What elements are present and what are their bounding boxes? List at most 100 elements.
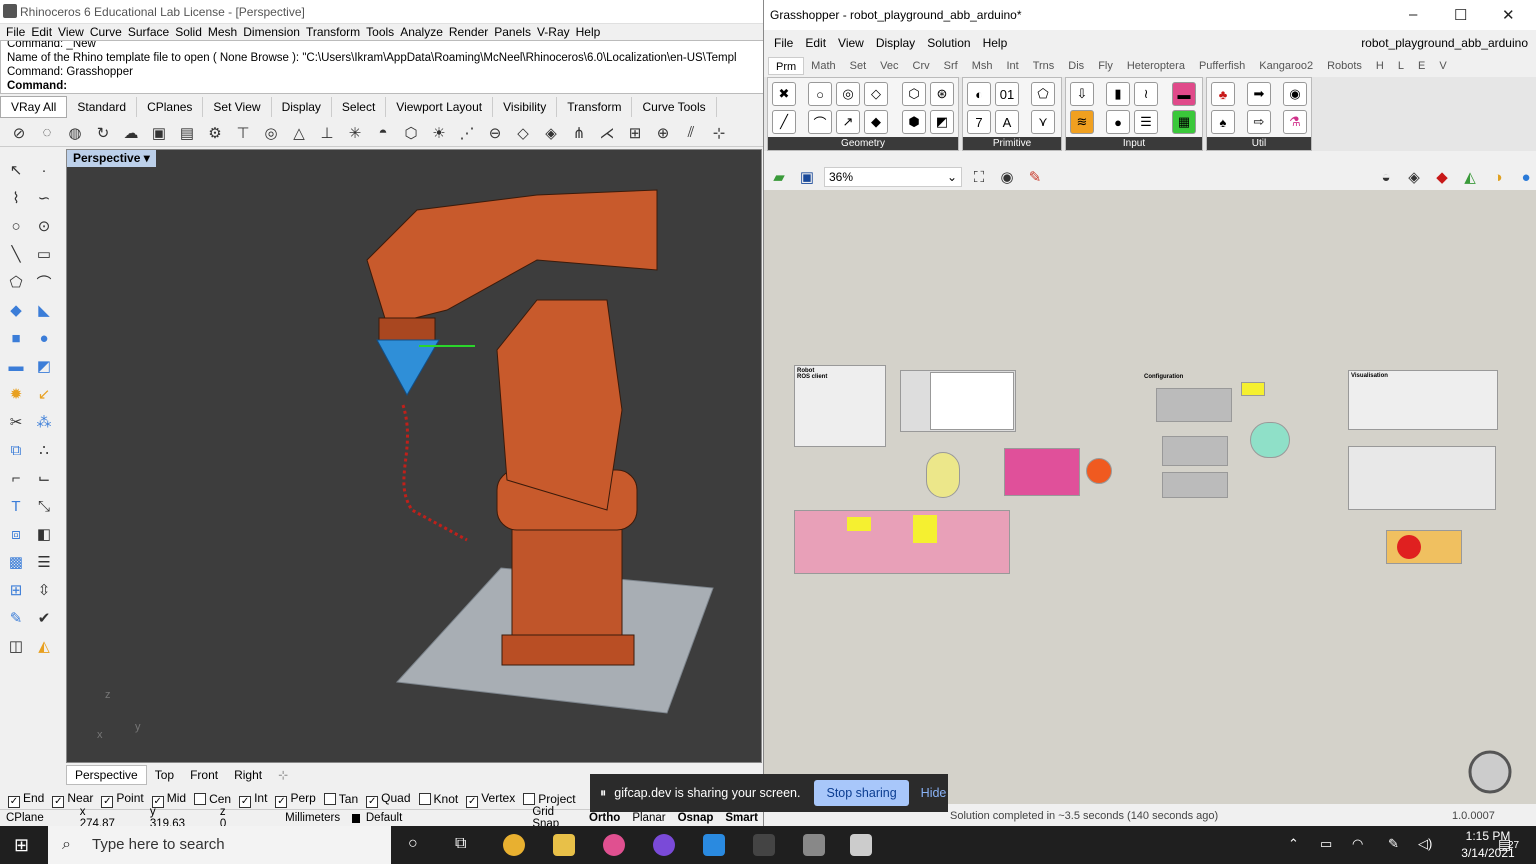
clip-icon[interactable]: ◧ [32,522,56,546]
gh-tab-math[interactable]: Math [804,57,842,75]
check-icon[interactable]: ✔ [32,606,56,630]
edit-icon[interactable]: ✎ [4,606,28,630]
integer-icon[interactable]: 01 [995,82,1019,106]
viewport-tab-front[interactable]: Front [182,766,226,784]
gh-canvas[interactable]: Robot ROS client Configuration Visualisa… [764,190,1536,804]
gh-tab-vec[interactable]: Vec [873,57,905,75]
lines-icon[interactable]: ⫽ [680,122,702,144]
rhino-menu-curve[interactable]: Curve [87,24,125,40]
triangle-icon[interactable]: △ [288,122,310,144]
gh-tab-set[interactable]: Set [843,57,874,75]
gh-menu-solution[interactable]: Solution [921,34,976,52]
save-icon[interactable]: ▣ [796,166,818,188]
boolean-icon[interactable]: ◐ [967,82,991,106]
gh-tab-robots[interactable]: Robots [1320,57,1369,75]
pink-group[interactable] [1004,448,1080,496]
layer-stack-icon[interactable]: ◫ [4,634,28,658]
preview-wireframe-icon[interactable]: ◒ [1375,166,1397,188]
rhino-taskbar-icon[interactable] [803,834,825,856]
dome-icon[interactable]: ◓ [372,122,394,144]
gh-menu-edit[interactable]: Edit [799,34,832,52]
rectangle-icon[interactable]: ▭ [32,242,56,266]
pen-icon[interactable]: ✎ [1388,836,1399,852]
status-smart[interactable]: Smart [719,812,764,824]
lasso-icon[interactable]: ◌ [36,122,58,144]
stop-sharing-button[interactable]: Stop sharing [814,780,909,806]
rhino-menu-solid[interactable]: Solid [172,24,205,40]
arc-icon[interactable]: ⌒ [32,270,56,294]
gh-tab-h[interactable]: H [1369,57,1391,75]
gh-tab-e[interactable]: E [1411,57,1432,75]
zoom-extents-icon[interactable]: ⛶ [968,166,990,188]
points-icon[interactable]: ∴ [32,438,56,462]
config-node[interactable] [1156,388,1232,422]
curve-param-icon[interactable]: ◎ [836,82,860,106]
matrix-icon[interactable]: ▦ [1172,110,1196,134]
osnap-mid[interactable]: ✓ Mid [151,791,186,808]
gh-tab-crv[interactable]: Crv [906,57,937,75]
perspective-viewport[interactable]: Perspective ▾ z y x [66,149,762,763]
cancel-icon[interactable]: ⊘ [8,122,30,144]
stand-icon[interactable]: ⊤ [232,122,254,144]
zoom-field[interactable]: 36% ⌄ [824,167,962,187]
task-view-icon[interactable]: ⧉ [455,835,466,853]
rhino-menu-transform[interactable]: Transform [303,24,363,40]
osnap-cen[interactable]: Cen [194,792,231,806]
gh-menu-display[interactable]: Display [870,34,921,52]
osnap-near[interactable]: ✓ Near [52,791,93,808]
file-explorer-icon[interactable] [553,834,575,856]
gear-icon[interactable]: ✹ [4,382,28,406]
rhino-menu-edit[interactable]: Edit [28,24,55,40]
surface-param-icon[interactable]: ⬢ [902,110,926,134]
status-osnap[interactable]: Osnap [672,812,720,824]
osnap-tan[interactable]: Tan [323,792,358,806]
osnap-point[interactable]: ✓ Point [101,791,144,808]
gh-tab-heteroptera[interactable]: Heteroptera [1120,57,1192,75]
gh-document-name[interactable]: robot_playground_abb_arduino [1361,36,1528,50]
rhino-menu-surface[interactable]: Surface [125,24,172,40]
forward-arrow-icon[interactable]: ➡ [1247,82,1271,106]
tab-select[interactable]: Select [332,97,387,117]
drag-handle-icon[interactable]: ⏸ [600,786,606,801]
mesh-param-icon[interactable]: ⊛ [930,82,954,106]
orange-group[interactable] [1386,530,1462,564]
wifi-icon[interactable]: ◠ [1352,836,1363,852]
preview-selected-icon[interactable]: ◆ [1431,166,1453,188]
yellow-panel[interactable] [1241,382,1265,396]
circle-target-icon[interactable]: ◎ [260,122,282,144]
mesh-icon[interactable]: ◩ [32,354,56,378]
point-icon[interactable]: · [32,158,56,182]
tab-vray-all[interactable]: VRay All [0,96,68,118]
fillet-icon[interactable]: ⌐ [4,466,28,490]
minimize-icon[interactable]: – [1409,6,1417,23]
layers-icon[interactable]: ☰ [32,550,56,574]
lamp-icon[interactable]: ⊥ [316,122,338,144]
gh-tab-srf[interactable]: Srf [937,57,965,75]
cherry-icon[interactable]: ♣ [1211,82,1235,106]
toggle-icon[interactable]: ▮ [1106,82,1130,106]
sphere-icon[interactable]: ● [32,326,56,350]
explode-icon[interactable]: ⁂ [32,410,56,434]
grid-icon[interactable]: ⊞ [624,122,646,144]
circle-param-icon[interactable]: ○ [808,82,832,106]
cortana-icon[interactable]: ○ [408,835,418,853]
visualisation-group[interactable]: Visualisation [1348,370,1498,430]
rhino6-taskbar-icon[interactable] [850,834,872,856]
gh-tab-msh[interactable]: Msh [965,57,1000,75]
measure-icon[interactable]: ⇳ [32,578,56,602]
status-cplane[interactable]: CPlane [0,812,50,824]
hatch-icon[interactable]: ⋰ [456,122,478,144]
chrome-icon[interactable] [503,834,525,856]
gh-menu-file[interactable]: File [768,34,799,52]
osnap-int[interactable]: ✓ Int [239,791,267,808]
add-viewport-icon[interactable]: ⊹ [270,766,296,784]
gh-tab-prm[interactable]: Prm [768,57,805,75]
tree-icon[interactable]: ♠ [1211,110,1235,134]
gh-tab-dis[interactable]: Dis [1061,57,1091,75]
param-icon[interactable]: ✖ [772,82,796,106]
config-node[interactable] [1162,436,1228,466]
command-prompt[interactable]: Command: [7,79,763,93]
hexagon-icon[interactable]: ⬡ [400,122,422,144]
flask-icon[interactable]: ⚗ [1283,110,1307,134]
list-icon[interactable]: ☰ [1134,110,1158,134]
